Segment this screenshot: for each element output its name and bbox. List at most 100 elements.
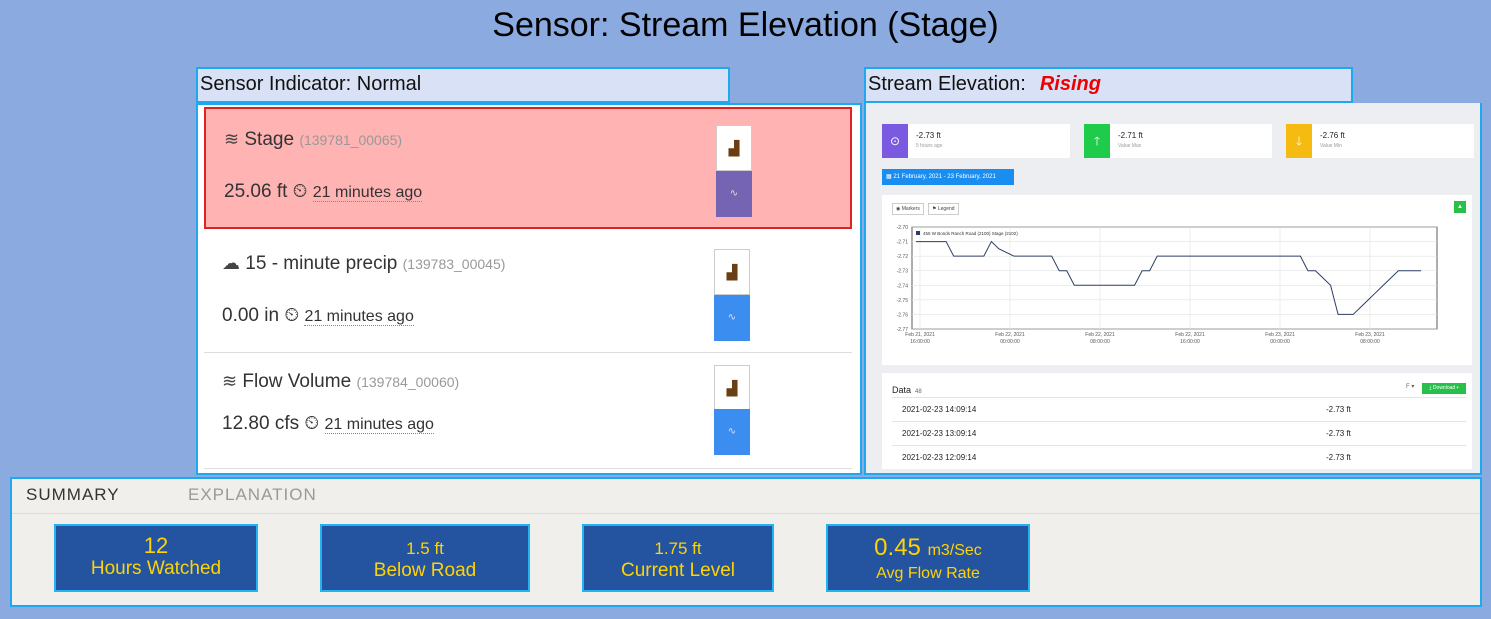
avg-flow-rate-card: 0.45 m3/Sec Avg Flow Rate bbox=[826, 524, 1030, 592]
stat-sub: Value Max bbox=[1118, 143, 1142, 149]
value-text: 12.80 cfs bbox=[222, 413, 300, 434]
bar-chart-button[interactable]: ▟ bbox=[716, 125, 752, 171]
data-count: 48 bbox=[915, 389, 922, 395]
status-rising: Rising bbox=[1039, 73, 1101, 95]
rain-cloud-icon: ☁ bbox=[222, 253, 240, 273]
stat-current: ⊙ -2.73 ft 5 hours ago bbox=[882, 124, 1070, 158]
y-tick-label: -2.70 bbox=[897, 225, 909, 231]
sensor-title: ≋ Stage (139781_00065) bbox=[224, 129, 402, 151]
sensor-name: Flow Volume bbox=[242, 371, 352, 392]
sensor-title: ≋ Flow Volume (139784_00060) bbox=[222, 371, 459, 393]
x-tick-label: 08:00:00 bbox=[1090, 339, 1110, 345]
waveform-button[interactable]: ∿ bbox=[716, 171, 752, 217]
legend-button[interactable]: ⚑ Legend bbox=[928, 203, 959, 215]
summary-panel: SUMMARY EXPLANATION 12 Hours Watched 1.5… bbox=[10, 477, 1482, 607]
stat-max: 🡑 -2.71 ft Value Max bbox=[1084, 124, 1272, 158]
sensor-card-precip[interactable]: ☁ 15 - minute precip (139783_00045) 0.00… bbox=[204, 233, 852, 353]
value-text: 25.06 ft bbox=[224, 181, 288, 202]
waveform-icon: ∿ bbox=[729, 188, 739, 199]
sensor-name: 15 - minute precip bbox=[245, 253, 398, 274]
row-value: -2.73 ft bbox=[1326, 429, 1351, 438]
tab-divider bbox=[12, 513, 1480, 514]
clock-icon: ⏲ bbox=[304, 413, 320, 434]
table-row: 2021-02-23 12:09:14 -2.73 ft bbox=[892, 445, 1466, 467]
bar-chart-icon: ▟ bbox=[726, 380, 738, 396]
sensor-title: ☁ 15 - minute precip (139783_00045) bbox=[222, 253, 505, 275]
bar-chart-icon: ▟ bbox=[728, 140, 740, 156]
x-tick-label: Feb 23, 2021 bbox=[1355, 332, 1385, 338]
time-ago: 21 minutes ago bbox=[324, 416, 434, 434]
data-title-text: Data bbox=[892, 385, 912, 395]
markers-button[interactable]: ◉ Markers bbox=[892, 203, 924, 215]
sensor-id: (139781_00065) bbox=[299, 132, 403, 148]
bar-chart-button[interactable]: ▟ bbox=[714, 365, 750, 411]
x-tick-label: Feb 22, 2021 bbox=[995, 332, 1025, 338]
x-tick-label: Feb 22, 2021 bbox=[1175, 332, 1205, 338]
sensor-card-flow[interactable]: ≋ Flow Volume (139784_00060) 12.80 cfs ⏲… bbox=[204, 355, 852, 469]
x-tick-label: 08:00:00 bbox=[1360, 339, 1380, 345]
bar-chart-button[interactable]: ▟ bbox=[714, 249, 750, 295]
stream-elevation-header: Stream Elevation: Rising bbox=[864, 67, 1353, 103]
card-value: 0.45 m3/Sec bbox=[828, 536, 1028, 563]
filter-button[interactable]: F ▾ bbox=[1406, 383, 1414, 390]
header-label: Stream Elevation: bbox=[868, 73, 1026, 95]
tab-summary[interactable]: SUMMARY bbox=[26, 485, 120, 505]
bar-chart-icon: ▟ bbox=[726, 264, 738, 280]
flow-value: 0.45 bbox=[874, 534, 921, 561]
row-date: 2021-02-23 12:09:14 bbox=[902, 453, 977, 462]
waveform-button[interactable]: ∿ bbox=[714, 409, 750, 455]
stat-value: -2.71 ft bbox=[1118, 131, 1143, 140]
upload-icon: ▲ bbox=[1457, 204, 1463, 210]
arrow-down-icon: 🡓 bbox=[1286, 124, 1312, 158]
current-level-card: 1.75 ft Current Level bbox=[582, 524, 774, 592]
arrow-up-icon: 🡑 bbox=[1084, 124, 1110, 158]
download-label: Download bbox=[1432, 385, 1456, 391]
card-value: 1.5 ft bbox=[406, 539, 444, 558]
stat-sub: Value Min bbox=[1320, 143, 1342, 149]
stat-value: -2.73 ft bbox=[916, 131, 941, 140]
stage-line-chart: -2.70-2.71-2.72-2.73-2.74-2.75-2.76-2.77… bbox=[897, 225, 1438, 345]
y-tick-label: -2.73 bbox=[897, 269, 909, 275]
card-value: 12 bbox=[143, 533, 169, 558]
sensor-id: (139783_00045) bbox=[402, 256, 506, 272]
y-tick-label: -2.72 bbox=[897, 254, 909, 260]
value-text: 0.00 in bbox=[222, 305, 280, 326]
page-title: Sensor: Stream Elevation (Stage) bbox=[492, 6, 999, 44]
stat-value: -2.76 ft bbox=[1320, 131, 1345, 140]
clock-icon: ⊙ bbox=[882, 124, 908, 158]
chart-card: ◉ Markers ⚑ Legend ▲ -2.70 -2.71 -2.72 -2.7… bbox=[882, 195, 1472, 365]
x-tick-label: 16:00:00 bbox=[910, 339, 930, 345]
clock-icon: ⏲ bbox=[292, 181, 308, 202]
time-ago: 21 minutes ago bbox=[304, 308, 414, 326]
sensor-value: 0.00 in ⏲ 21 minutes ago bbox=[222, 305, 414, 327]
download-button[interactable]: ⤓ Download ▾ bbox=[1422, 383, 1466, 394]
waveform-icon: ∿ bbox=[727, 312, 737, 323]
y-tick-label: -2.74 bbox=[897, 283, 909, 289]
tab-explanation[interactable]: EXPLANATION bbox=[188, 485, 317, 505]
markers-label: Markers bbox=[901, 206, 920, 212]
waveform-button[interactable]: ∿ bbox=[714, 295, 750, 341]
water-lines-icon: ≋ bbox=[224, 129, 240, 149]
card-label: Hours Watched bbox=[90, 558, 222, 579]
below-road-card: 1.5 ft Below Road bbox=[320, 524, 530, 592]
legend-label: Legend bbox=[937, 206, 955, 212]
stream-elevation-panel: ⊙ -2.73 ft 5 hours ago 🡑 -2.71 ft Value … bbox=[864, 103, 1482, 475]
x-tick-label: 00:00:00 bbox=[1000, 339, 1020, 345]
legend-text: 455 W Bonds Ranch Road (2100) Stage (210… bbox=[923, 231, 1018, 236]
x-tick-label: Feb 23, 2021 bbox=[1265, 332, 1295, 338]
data-table-card: Data 48 F ▾ ⤓ Download ▾ 2021-02-23 14:09… bbox=[882, 373, 1472, 469]
sensor-name: Stage bbox=[244, 129, 295, 150]
row-date: 2021-02-23 13:09:14 bbox=[902, 429, 977, 438]
chart-action-button[interactable]: ▲ bbox=[1454, 201, 1466, 213]
waveform-icon: ∿ bbox=[727, 426, 737, 437]
sensor-card-stage[interactable]: ≋ Stage (139781_00065) 25.06 ft ⏲ 21 min… bbox=[204, 107, 852, 229]
data-title: Data 48 bbox=[892, 385, 922, 395]
stage-series-line bbox=[916, 240, 1421, 315]
x-tick-label: Feb 22, 2021 bbox=[1085, 332, 1115, 338]
x-tick-label: Feb 21, 2021 bbox=[905, 332, 935, 338]
card-label: Avg Flow Rate bbox=[876, 565, 980, 582]
table-row: 2021-02-23 14:09:14 -2.73 ft bbox=[892, 397, 1466, 419]
sensor-value: 25.06 ft ⏲ 21 minutes ago bbox=[224, 181, 423, 203]
water-lines-icon: ≋ bbox=[222, 371, 238, 391]
date-range-picker[interactable]: ▦ 21 February, 2021 - 23 February, 2021 bbox=[882, 169, 1014, 185]
